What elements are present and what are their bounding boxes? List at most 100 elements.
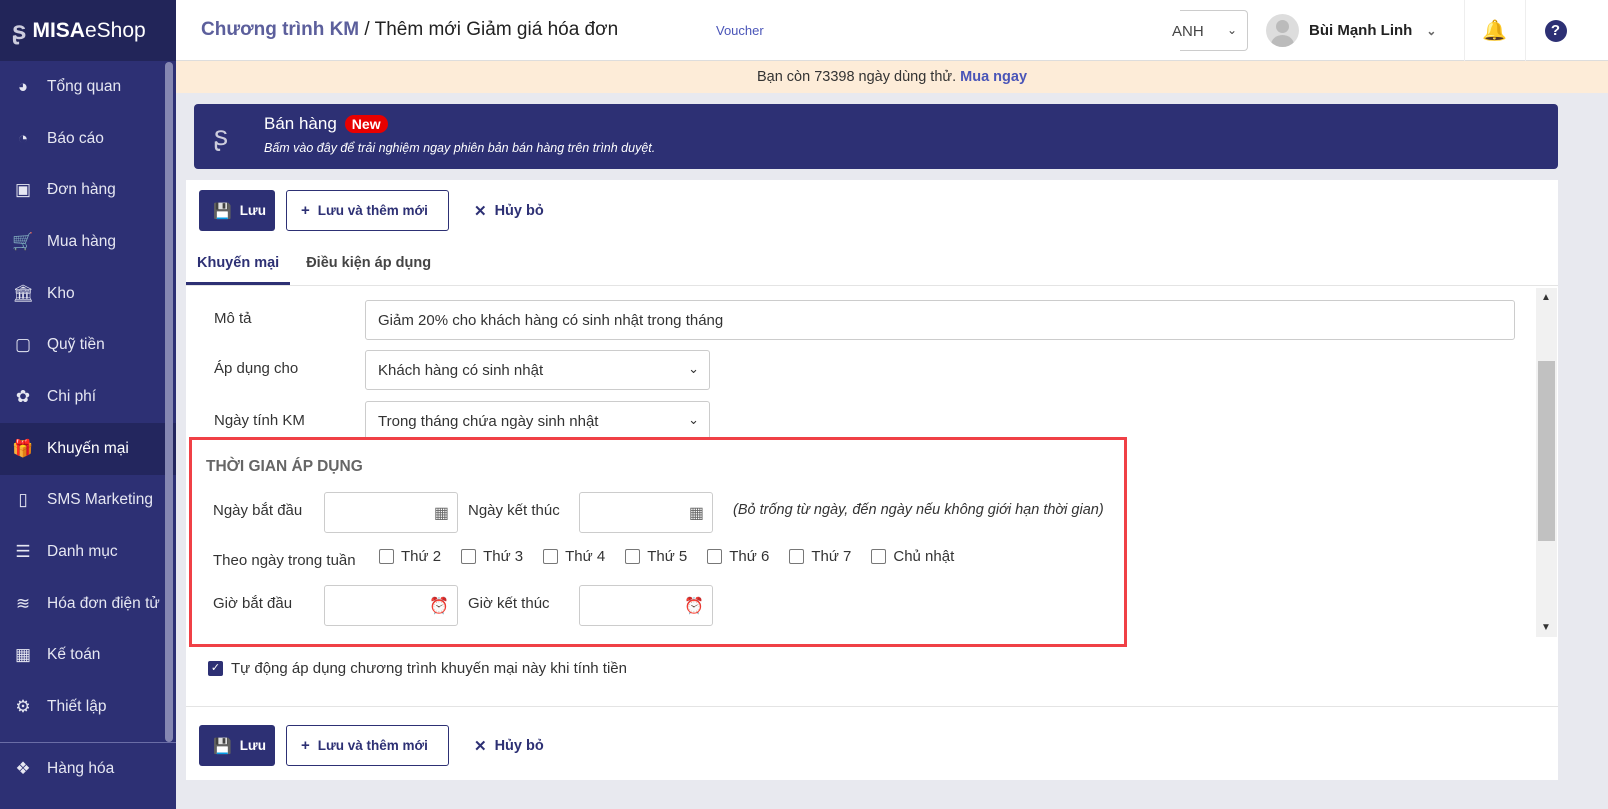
description-value: Giảm 20% cho khách hàng có sinh nhật tro… — [378, 312, 724, 329]
voucher-link[interactable]: Voucher — [716, 23, 764, 38]
auto-apply-checkbox[interactable]: ✓ Tự động áp dụng chương trình khuyến mại… — [208, 660, 627, 677]
weekday-checkbox[interactable]: Thứ 2 — [379, 548, 441, 565]
checkbox-icon — [461, 549, 477, 564]
scrollbar-thumb[interactable] — [1538, 361, 1555, 541]
help-icon: ? — [1544, 19, 1567, 42]
end-time-label: Giờ kết thúc — [468, 595, 550, 612]
promo-title: Bán hàng — [264, 114, 337, 133]
calendar-icon: ▦ — [433, 505, 449, 522]
weekday-checkbox[interactable]: Thứ 7 — [789, 548, 851, 565]
save-label: Lưu — [239, 738, 266, 753]
promo-date-select[interactable]: Trong tháng chứa ngày sinh nhật ⌄ — [365, 401, 710, 441]
sidebar-item-hang-hoa[interactable]: ❖ Hàng hóa — [0, 743, 176, 795]
boxes-icon: ❖ — [15, 758, 31, 778]
tab-dieu-kien-ap-dung[interactable]: Điều kiện áp dụng — [290, 243, 442, 285]
cancel-label: Hủy bỏ — [494, 202, 544, 219]
save-and-new-button[interactable]: + Lưu và thêm mới — [286, 725, 449, 766]
phone-icon: ▯ — [18, 490, 28, 510]
weekday-checkbox[interactable]: Chủ nhật — [871, 548, 954, 565]
checkbox-icon — [707, 549, 723, 564]
date-hint: (Bỏ trống từ ngày, đến ngày nếu không gi… — [733, 502, 1104, 518]
scroll-down-icon[interactable]: ▼ — [1541, 622, 1551, 633]
order-icon: ▣ — [14, 180, 32, 200]
sidebar-item[interactable]: ⚙ Thiết lập — [0, 681, 176, 733]
weekday-label: Theo ngày trong tuần — [213, 552, 356, 569]
weekday-label: Thứ 6 — [729, 548, 770, 565]
buy-now-link[interactable]: Mua ngay — [960, 69, 1027, 85]
sidebar: ʂ MISA eShop ◕ Tổng quan ◔ Báo cáo ▣ Đơn hàng 🛒 M… — [0, 0, 176, 809]
alarm-clock-icon: ⏰ — [684, 598, 704, 615]
cart-icon: 🛒 — [12, 231, 34, 251]
promotion-form: 💾 Lưu + Lưu và thêm mới ✕ Hủy bỏ Khuyến mại… — [186, 180, 1558, 780]
misa-logo-icon: ʂ — [12, 15, 27, 45]
sidebar-scrollbar[interactable] — [165, 62, 173, 742]
start-time-label: Giờ bắt đầu — [213, 595, 293, 612]
trial-text: Bạn còn 73398 ngày dùng thử. — [756, 69, 957, 85]
brand-logo[interactable]: ʂ MISA eShop — [0, 0, 176, 61]
sidebar-item-label: Đơn hàng — [47, 181, 116, 199]
list-icon: ☰ — [15, 542, 31, 562]
close-icon: ✕ — [474, 737, 487, 755]
sidebar-item[interactable]: 🎁 Khuyến mại — [0, 422, 176, 475]
safe-icon: ▢ — [14, 335, 32, 355]
sidebar-item-label: Thiết lập — [47, 698, 107, 716]
invoice-icon: ≋ — [15, 593, 31, 613]
sidebar-item[interactable]: 🏛 Kho — [0, 268, 176, 320]
shop-select[interactable]: ANH ⌄ — [1172, 10, 1248, 51]
user-menu[interactable]: Bùi Mạnh Linh ⌄ — [1266, 14, 1436, 47]
checkbox-icon — [543, 549, 559, 564]
save-button[interactable]: 💾 Lưu — [199, 190, 275, 231]
sidebar-item[interactable]: ▯ SMS Marketing — [0, 475, 176, 527]
top-bar: Chương trình KM / Thêm mới Giảm giá hóa … — [176, 0, 1608, 61]
weekday-checkbox[interactable]: Thứ 5 — [625, 548, 687, 565]
sidebar-item-label: Quỹ tiền — [47, 336, 105, 354]
weekday-label: Chủ nhật — [893, 548, 955, 565]
sidebar-item[interactable]: ☰ Danh mục — [0, 526, 176, 578]
plus-icon: + — [301, 202, 310, 219]
checkbox-icon — [789, 549, 805, 564]
sidebar-item[interactable]: ▦ Kế toán — [0, 630, 176, 682]
weekday-checkbox[interactable]: Thứ 3 — [461, 548, 523, 565]
notification-bell-icon[interactable]: 🔔 — [1464, 0, 1524, 61]
promo-date-value: Trong tháng chứa ngày sinh nhật — [378, 413, 599, 430]
sidebar-item[interactable]: 🛒 Mua hàng — [0, 216, 176, 268]
checkbox-checked-icon: ✓ — [208, 661, 223, 676]
cancel-label: Hủy bỏ — [494, 737, 544, 754]
weekday-checkbox[interactable]: Thứ 6 — [707, 548, 769, 565]
save-and-new-button[interactable]: + Lưu và thêm mới — [286, 190, 449, 231]
gift-icon: 🎁 — [12, 438, 34, 458]
scroll-up-icon[interactable]: ▲ — [1541, 292, 1551, 303]
brand-name: MISA — [32, 18, 85, 42]
sidebar-item[interactable]: ◕ Tổng quan — [0, 61, 176, 113]
sidebar-item[interactable]: ✿ Chi phí — [0, 371, 176, 423]
weekday-checkbox[interactable]: Thứ 4 — [543, 548, 605, 565]
sidebar-item[interactable]: ◔ Báo cáo — [0, 113, 176, 165]
save-and-new-label: Lưu và thêm mới — [317, 203, 428, 218]
sidebar-item[interactable]: ▢ Quỹ tiền — [0, 319, 176, 371]
start-date-label: Ngày bắt đầu — [213, 502, 303, 519]
avatar — [1266, 14, 1299, 47]
description-input[interactable]: Giảm 20% cho khách hàng có sinh nhật tro… — [365, 300, 1515, 340]
trial-banner: Bạn còn 73398 ngày dùng thử. Mua ngay — [176, 61, 1608, 93]
weekday-label: Thứ 2 — [401, 548, 442, 565]
cancel-button[interactable]: ✕ Hủy bỏ — [460, 725, 558, 766]
start-date-input[interactable]: ▦ — [324, 492, 458, 533]
end-date-input[interactable]: ▦ — [579, 492, 713, 533]
breadcrumb-parent-link[interactable]: Chương trình KM — [201, 19, 359, 40]
checkbox-icon — [871, 549, 887, 564]
tabs: Khuyến mại Điều kiện áp dụng — [186, 243, 1558, 286]
help-button[interactable]: ? — [1525, 0, 1585, 61]
calculator-icon: ▦ — [14, 645, 32, 665]
sidebar-item[interactable]: ≋ Hóa đơn điện tử — [0, 578, 176, 630]
form-scrollbar[interactable]: ▲ ▼ — [1536, 288, 1557, 637]
sidebar-item-label: Hóa đơn điện tử — [47, 594, 160, 612]
tab-khuyen-mai[interactable]: Khuyến mại — [186, 243, 291, 285]
apply-for-select[interactable]: Khách hàng có sinh nhật ⌄ — [365, 350, 710, 390]
start-time-input[interactable]: ⏰ — [324, 585, 458, 626]
sidebar-item[interactable]: ▣ Đơn hàng — [0, 164, 176, 216]
save-button[interactable]: 💾 Lưu — [199, 725, 275, 766]
cancel-button[interactable]: ✕ Hủy bỏ — [460, 190, 558, 231]
end-time-input[interactable]: ⏰ — [579, 585, 713, 626]
sales-promo-banner[interactable]: ʂ Bán hàng New Bấm vào đây để trải nghiệm… — [194, 104, 1558, 169]
sidebar-item-label: Kế toán — [47, 646, 101, 664]
